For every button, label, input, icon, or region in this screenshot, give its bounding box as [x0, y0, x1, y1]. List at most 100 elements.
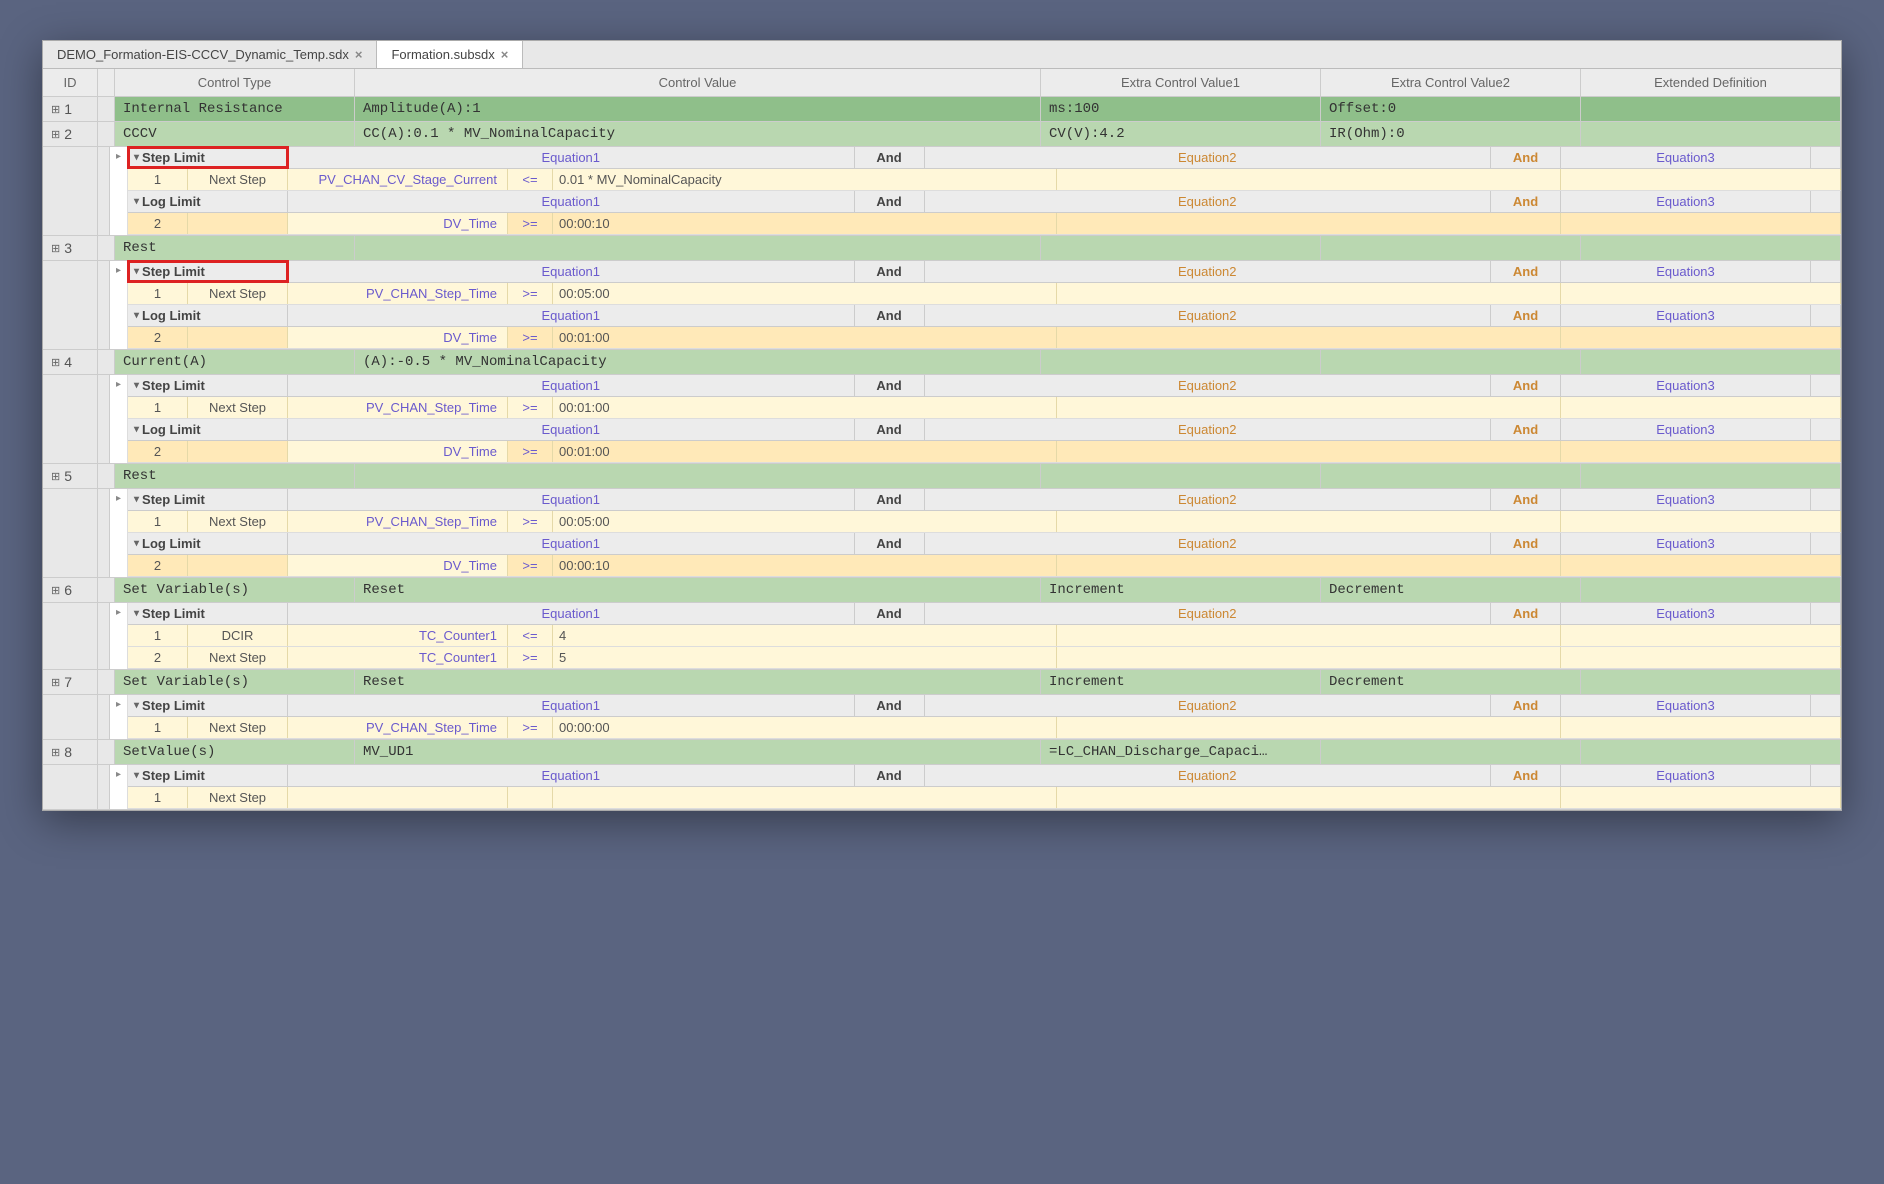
chevron-down-icon[interactable]: ▾	[134, 608, 139, 619]
limit-blank[interactable]	[1057, 717, 1561, 738]
extdef-cell[interactable]	[1581, 578, 1841, 602]
limit-row[interactable]: 1Next StepPV_CHAN_Step_Time>=00:05:00	[128, 283, 1841, 305]
limit-blank[interactable]	[1561, 397, 1841, 418]
limit-blank[interactable]	[1561, 327, 1841, 348]
control-value-cell[interactable]	[355, 464, 1041, 488]
extdef-cell[interactable]	[1581, 122, 1841, 146]
limit-blank[interactable]	[1561, 555, 1841, 576]
chevron-down-icon[interactable]: ▾	[134, 424, 139, 435]
expand-icon[interactable]: ⊞	[51, 676, 60, 689]
chevron-down-icon[interactable]: ▾	[134, 152, 139, 163]
control-type-cell[interactable]: Set Variable(s)	[115, 670, 355, 694]
limit-operator[interactable]: >=	[508, 283, 553, 304]
step-row[interactable]: ⊞7Set Variable(s)ResetIncrementDecrement	[43, 670, 1841, 695]
limit-operator[interactable]: >=	[508, 511, 553, 532]
limit-action[interactable]: Next Step	[188, 169, 288, 190]
hdr-value[interactable]: Control Value	[355, 69, 1041, 96]
limit-blank[interactable]	[1057, 283, 1561, 304]
limit-operator[interactable]: <=	[508, 169, 553, 190]
limit-blank[interactable]	[1057, 327, 1561, 348]
limit-variable[interactable]: DV_Time	[288, 327, 508, 348]
chevron-right-icon[interactable]: ▸	[110, 375, 128, 463]
limit-variable[interactable]: DV_Time	[288, 441, 508, 462]
limit-action[interactable]: Next Step	[188, 787, 288, 808]
limit-variable[interactable]: PV_CHAN_CV_Stage_Current	[288, 169, 508, 190]
control-value-cell[interactable]: Reset	[355, 670, 1041, 694]
limit-action[interactable]: Next Step	[188, 397, 288, 418]
extdef-cell[interactable]	[1581, 350, 1841, 374]
extra2-cell[interactable]	[1321, 236, 1581, 260]
limit-action[interactable]	[188, 555, 288, 576]
control-value-cell[interactable]: Reset	[355, 578, 1041, 602]
limit-row[interactable]: 2Next StepTC_Counter1>=5	[128, 647, 1841, 669]
extra1-cell[interactable]: ms:100	[1041, 97, 1321, 121]
control-type-cell[interactable]: Current(A)	[115, 350, 355, 374]
chevron-right-icon[interactable]: ▸	[110, 603, 128, 669]
step-row[interactable]: ⊞8SetValue(s)MV_UD1=LC_CHAN_Discharge_Ca…	[43, 740, 1841, 765]
limit-blank[interactable]	[1057, 511, 1561, 532]
hdr-extra2[interactable]: Extra Control Value2	[1321, 69, 1581, 96]
extdef-cell[interactable]	[1581, 740, 1841, 764]
limit-value[interactable]: 00:00:10	[553, 213, 1057, 234]
step-limit-header[interactable]: ▾Step LimitEquation1AndEquation2AndEquat…	[128, 261, 1841, 283]
limit-operator[interactable]: >=	[508, 213, 553, 234]
limit-row[interactable]: 1Next StepPV_CHAN_CV_Stage_Current<=0.01…	[128, 169, 1841, 191]
limit-action[interactable]: Next Step	[188, 717, 288, 738]
limit-operator[interactable]: >=	[508, 555, 553, 576]
control-value-cell[interactable]: CC(A):0.1 * MV_NominalCapacity	[355, 122, 1041, 146]
limit-blank[interactable]	[1057, 213, 1561, 234]
limit-value[interactable]: 00:01:00	[553, 397, 1057, 418]
limit-blank[interactable]	[1561, 283, 1841, 304]
limit-blank[interactable]	[1057, 397, 1561, 418]
limit-operator[interactable]: >=	[508, 327, 553, 348]
step-limit-header[interactable]: ▾Step LimitEquation1AndEquation2AndEquat…	[128, 147, 1841, 169]
limit-action[interactable]: Next Step	[188, 283, 288, 304]
log-limit-header[interactable]: ▾Log LimitEquation1AndEquation2AndEquati…	[128, 191, 1841, 213]
limit-blank[interactable]	[1561, 787, 1841, 808]
limit-value[interactable]: 5	[553, 647, 1057, 668]
extra2-cell[interactable]	[1321, 350, 1581, 374]
step-row[interactable]: ⊞4Current(A)(A):-0.5 * MV_NominalCapacit…	[43, 350, 1841, 375]
limit-variable[interactable]	[288, 787, 508, 808]
chevron-down-icon[interactable]: ▾	[134, 196, 139, 207]
log-limit-header[interactable]: ▾Log LimitEquation1AndEquation2AndEquati…	[128, 419, 1841, 441]
expand-icon[interactable]: ⊞	[51, 242, 60, 255]
limit-variable[interactable]: PV_CHAN_Step_Time	[288, 283, 508, 304]
control-type-cell[interactable]: SetValue(s)	[115, 740, 355, 764]
limit-value[interactable]: 00:05:00	[553, 511, 1057, 532]
step-limit-header[interactable]: ▾Step LimitEquation1AndEquation2AndEquat…	[128, 375, 1841, 397]
limit-row[interactable]: 2DV_Time>=00:00:10	[128, 213, 1841, 235]
limit-blank[interactable]	[1561, 625, 1841, 646]
limit-value[interactable]: 00:00:00	[553, 717, 1057, 738]
hdr-extra1[interactable]: Extra Control Value1	[1041, 69, 1321, 96]
limit-blank[interactable]	[1057, 555, 1561, 576]
limit-blank[interactable]	[1057, 625, 1561, 646]
limit-variable[interactable]: PV_CHAN_Step_Time	[288, 717, 508, 738]
chevron-down-icon[interactable]: ▾	[134, 770, 139, 781]
chevron-down-icon[interactable]: ▾	[134, 700, 139, 711]
expand-icon[interactable]: ⊞	[51, 584, 60, 597]
limit-blank[interactable]	[1561, 717, 1841, 738]
step-limit-header[interactable]: ▾Step LimitEquation1AndEquation2AndEquat…	[128, 489, 1841, 511]
control-value-cell[interactable]	[355, 236, 1041, 260]
extra2-cell[interactable]: Decrement	[1321, 578, 1581, 602]
limit-action[interactable]	[188, 327, 288, 348]
limit-blank[interactable]	[1057, 441, 1561, 462]
limit-value[interactable]: 0.01 * MV_NominalCapacity	[553, 169, 1057, 190]
chevron-right-icon[interactable]: ▸	[110, 765, 128, 809]
limit-action[interactable]	[188, 213, 288, 234]
log-limit-header[interactable]: ▾Log LimitEquation1AndEquation2AndEquati…	[128, 533, 1841, 555]
step-row[interactable]: ⊞5Rest	[43, 464, 1841, 489]
limit-operator[interactable]: >=	[508, 647, 553, 668]
limit-operator[interactable]: >=	[508, 441, 553, 462]
control-value-cell[interactable]: Amplitude(A):1	[355, 97, 1041, 121]
file-tab-0[interactable]: DEMO_Formation-EIS-CCCV_Dynamic_Temp.sdx…	[43, 41, 377, 68]
control-type-cell[interactable]: Rest	[115, 236, 355, 260]
limit-blank[interactable]	[1561, 511, 1841, 532]
limit-variable[interactable]: DV_Time	[288, 555, 508, 576]
extdef-cell[interactable]	[1581, 464, 1841, 488]
control-type-cell[interactable]: Set Variable(s)	[115, 578, 355, 602]
limit-action[interactable]: DCIR	[188, 625, 288, 646]
limit-row[interactable]: 2DV_Time>=00:01:00	[128, 327, 1841, 349]
limit-operator[interactable]: >=	[508, 717, 553, 738]
